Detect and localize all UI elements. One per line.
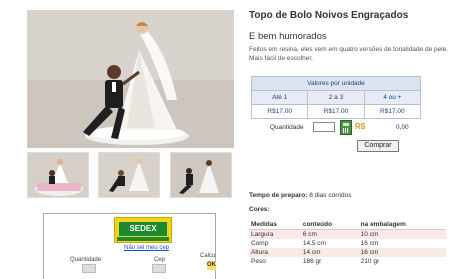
measures-cell: 14 cm <box>300 248 359 257</box>
sedex-logo-stripe <box>117 237 169 241</box>
measures-header: conteúdo <box>300 220 359 230</box>
prep-time-label: Tempo de preparo: <box>249 192 308 199</box>
product-main-photo[interactable] <box>27 10 234 148</box>
colors-label: Cores: <box>249 206 270 213</box>
measures-row: Largura 6 cm 10 cm <box>249 229 446 239</box>
thumbnail-3-image <box>171 153 231 197</box>
shipping-quantity-label: Quantidade <box>70 257 102 263</box>
price-tier: 2 a 3 <box>307 90 365 105</box>
price-table: Valores por unidade Até 1 2 a 3 4 ou + R… <box>250 76 422 119</box>
sedex-logo-text: SEDEX <box>119 222 167 236</box>
shipping-quantity-input[interactable] <box>82 264 96 273</box>
calculator-icon[interactable] <box>340 120 352 135</box>
prep-time-value: 8 dias corridos <box>309 192 352 199</box>
shipping-calculator-panel: SEDEX Não sei meu cep Quantidade Cep <box>43 213 216 279</box>
measures-cell: 16 cm <box>358 248 446 257</box>
quantity-label: Quantidade <box>270 124 304 131</box>
shipping-cep-input[interactable] <box>152 264 166 273</box>
measures-cell: 186 gr <box>302 258 322 265</box>
price-value-row: R$17.00 R$17.00 R$17.00 <box>250 104 422 119</box>
thumbnail-1-image <box>28 153 88 197</box>
shipping-calc-label: Calcu <box>200 253 216 259</box>
price-value: R$17.00 <box>363 104 422 119</box>
price-tier: 4 ou + <box>363 90 422 105</box>
measures-cell: Peso <box>251 258 266 265</box>
price-value: R$17.00 <box>250 104 309 119</box>
shipping-calc-button[interactable]: OK <box>207 261 216 270</box>
measures-cell: Altura <box>249 248 301 257</box>
measures-table: Medidas conteúdo na embalagem Largura 6 … <box>249 220 446 266</box>
measures-row: Altura 14 cm 16 cm <box>249 248 446 257</box>
measures-header: na embalagem <box>358 220 446 230</box>
measures-cell: 16 cm <box>360 240 379 247</box>
measures-header: Medidas <box>249 220 301 230</box>
price-table-header: Valores por unidade <box>251 76 421 91</box>
measures-cell: 210 gr <box>360 258 380 265</box>
total-value: 0,00 <box>396 124 409 131</box>
product-title: Topo de Bolo Noivos Engraçados <box>249 10 409 21</box>
prep-time: Tempo de preparo: 8 dias corridos <box>249 192 351 199</box>
measures-cell: 14,5 cm <box>302 240 326 247</box>
shipping-cep-label: Cep <box>154 257 166 263</box>
price-tier-row: Até 1 2 a 3 4 ou + <box>250 90 422 105</box>
measures-cell: 6 cm <box>300 229 359 239</box>
thumbnail-3[interactable] <box>170 152 232 198</box>
product-subtitle: E bem humorados <box>249 31 327 42</box>
sedex-logo: SEDEX <box>114 217 172 243</box>
cake-topper-illustration <box>27 10 234 148</box>
price-value: R$17.00 <box>307 104 365 119</box>
measures-header-row: Medidas conteúdo na embalagem <box>249 220 446 230</box>
price-tier: Até 1 <box>250 90 309 105</box>
thumbnail-2-image <box>99 153 159 197</box>
price-table-header-row: Valores por unidade <box>251 76 421 91</box>
measures-cell: Comp <box>251 240 269 247</box>
unknown-cep-link[interactable]: Não sei meu cep <box>124 245 169 251</box>
currency-label: R$ <box>355 122 366 131</box>
thumbnail-strip <box>27 152 234 198</box>
product-description: Feitos em resina, eles vem em quatro ver… <box>249 46 449 62</box>
measures-cell: Largura <box>249 229 301 239</box>
quantity-input[interactable] <box>313 122 335 132</box>
thumbnail-2[interactable] <box>98 152 160 198</box>
measures-cell: 10 cm <box>358 229 446 239</box>
thumbnail-1[interactable] <box>27 152 89 198</box>
measures-row: Peso 186 gr 210 gr <box>249 257 446 266</box>
buy-button[interactable]: Comprar <box>357 140 399 152</box>
measures-row: Comp 14,5 cm 16 cm <box>249 239 446 248</box>
